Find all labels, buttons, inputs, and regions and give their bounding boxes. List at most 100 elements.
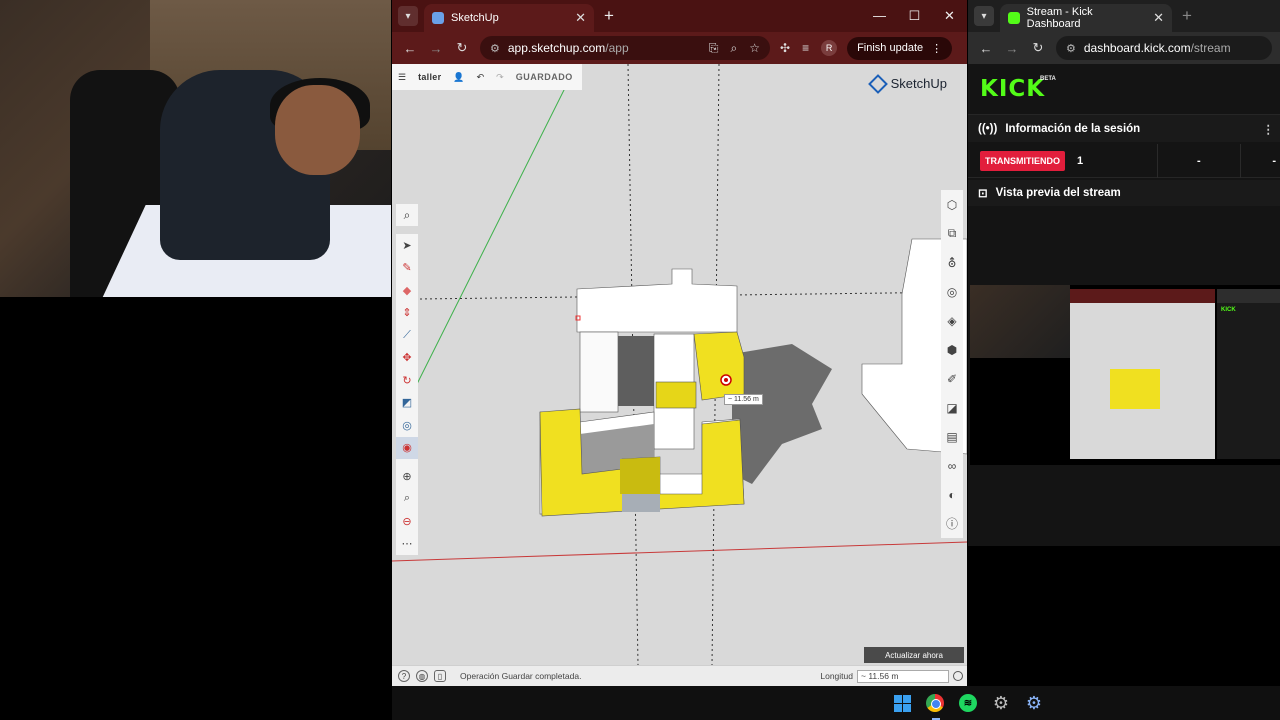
window-controls: — ☐ ✕ [862,0,967,32]
tab-sketchup[interactable]: SketchUp ✕ [424,4,594,32]
file-name[interactable]: taller [418,72,441,82]
stat-value: - [1156,143,1241,178]
tags-icon[interactable]: ◈ [941,306,963,335]
search-icon[interactable]: ⌕ [396,204,418,226]
profile-avatar[interactable]: R [821,40,838,56]
length-input[interactable]: ~ 11.56 m [857,669,949,683]
site-info-icon[interactable]: ⚙ [490,42,500,55]
help-icon[interactable]: ? [398,670,410,682]
status-message: Operación Guardar completada. [460,671,582,681]
new-tab-icon[interactable]: + [1182,6,1192,26]
undo-icon[interactable]: ↶ [477,72,485,83]
install-app-icon[interactable]: ⎘ [709,41,719,56]
view-icon[interactable]: ◐ [941,480,963,509]
paint-bucket-tool-icon[interactable]: ◉ [396,436,418,459]
save-status: GUARDADO [515,72,573,82]
reading-list-icon[interactable]: ≡ [802,41,809,55]
close-tab-icon[interactable]: ✕ [1153,10,1164,26]
outliner-icon[interactable]: ◪ [941,393,963,422]
rotate-tool-icon[interactable]: ↻ [396,369,418,392]
update-now-button[interactable]: Actualizar ahora [864,647,964,663]
viewer-count: 1 [1077,154,1084,167]
minimize-icon[interactable]: — [862,0,897,32]
stream-preview[interactable]: KICK [970,285,1280,465]
preview-icon: ⊡ [978,188,988,200]
new-tab-icon[interactable]: + [604,6,614,26]
globe-icon[interactable]: ◍ [416,670,428,682]
maximize-icon[interactable]: ☐ [897,0,932,32]
shadows-icon[interactable]: ✐ [941,364,963,393]
collaborators-icon[interactable]: 👤 [453,72,464,83]
stream-preview-header: ⊡ Vista previa del stream [968,180,1280,206]
tab-search-dropdown[interactable]: ▾ [398,6,418,26]
menu-icon[interactable]: ☰ [398,72,406,83]
more-menu-icon[interactable]: ⋮ [931,42,942,55]
preview-sketchup [1070,289,1215,459]
redo-icon[interactable]: ↷ [496,72,504,83]
move-tool-icon[interactable]: ✥ [396,347,418,370]
push-pull-tool-icon[interactable]: ⇕ [396,302,418,325]
entity-info-icon[interactable]: ⬡ [941,190,963,219]
info-icon[interactable]: ⓘ [941,509,963,538]
webcam-feed [0,0,391,297]
tab-strip: ▾ Stream - Kick Dashboard ✕ + [968,0,1280,32]
session-stats: TRANSMITIENDO 1 - - [968,143,1280,178]
red-axis [392,541,967,562]
tab-search-dropdown[interactable]: ▾ [974,6,994,26]
close-window-icon[interactable]: ✕ [932,0,967,32]
kick-browser-window: ▾ Stream - Kick Dashboard ✕ + ← → ↻ ⚙ da… [968,0,1280,546]
address-bar-row: ← → ↻ ⚙ dashboard.kick.com/stream [968,32,1280,64]
settings-icon[interactable]: ⚙ [1023,692,1045,714]
forward-icon[interactable]: → [1004,41,1020,56]
orbit-tool-icon[interactable]: ⊕ [396,465,418,488]
mouse-icon[interactable]: ▯ [434,670,446,682]
url-field[interactable]: ⚙ app.sketchup.com/app ⎘ ⌕ ☆ [480,36,770,60]
glasses-icon[interactable]: ∞ [941,451,963,480]
close-tab-icon[interactable]: ✕ [575,10,586,26]
offset-tool-icon[interactable]: ◎ [396,414,418,437]
kick-logo[interactable]: KICK [980,76,1045,102]
section-plane-tool-icon[interactable]: ⊖ [396,510,418,533]
zoom-tool-icon[interactable]: ⌕ [396,488,418,511]
back-icon[interactable]: ← [978,41,994,56]
chrome-icon[interactable] [924,692,946,714]
kick-favicon-icon [1008,12,1020,24]
measure-tooltip: ~ 11.56 m [724,394,763,405]
pencil-tool-icon[interactable]: ✎ [396,257,418,280]
preview-kick: KICK [1217,289,1280,459]
session-info-header: ((•)) Información de la sesión ⋮ [968,114,1280,142]
more-tools-icon[interactable]: ⋯ [396,533,418,556]
reload-icon[interactable]: ↻ [454,40,470,56]
tab-kick-dashboard[interactable]: Stream - Kick Dashboard ✕ [1000,4,1172,32]
eraser-tool-icon[interactable]: ◆ [396,279,418,302]
tab-title: Stream - Kick Dashboard [1026,6,1093,30]
reload-icon[interactable]: ↻ [1030,40,1046,56]
model-face [618,336,654,406]
tape-measure-tool-icon[interactable]: ⟋ [396,324,418,347]
scenes-icon[interactable]: ⬢ [941,335,963,364]
finish-update-button[interactable]: Finish update ⋮ [847,36,953,60]
styles-icon[interactable]: ◎ [941,277,963,306]
extensions-icon[interactable]: ✣ [780,41,790,55]
windows-start-icon[interactable] [891,692,913,714]
select-tool-icon[interactable]: ➤ [396,234,418,257]
more-options-icon[interactable]: ⋮ [1263,122,1275,136]
display-icon[interactable]: ▤ [941,422,963,451]
geo-location-icon[interactable] [953,671,963,681]
sketchup-canvas[interactable]: ~ 11.56 m ☰ taller 👤 ↶ ↷ GUARDADO Sketch… [392,64,967,665]
3d-model-viewport[interactable] [392,64,967,665]
back-icon[interactable]: ← [402,41,418,56]
site-info-icon[interactable]: ⚙ [1066,42,1076,55]
zoom-icon[interactable]: ⌕ [731,41,738,56]
obs-icon[interactable]: ⚙ [990,692,1012,714]
spotify-icon[interactable]: ≋ [957,692,979,714]
components-icon[interactable]: ⧉ [941,219,963,248]
sketchup-browser-window: ▾ SketchUp ✕ + — ☐ ✕ ← → ↻ ⚙ app.sketchu… [392,0,967,686]
bookmark-star-icon[interactable]: ☆ [749,41,760,55]
materials-icon[interactable]: ⛢ [941,248,963,277]
url-field[interactable]: ⚙ dashboard.kick.com/stream [1056,36,1272,60]
scale-tool-icon[interactable]: ◩ [396,392,418,415]
status-bar: ? ◍ ▯ Operación Guardar completada. Long… [392,665,967,686]
forward-icon[interactable]: → [428,41,444,56]
model-face [579,331,619,413]
